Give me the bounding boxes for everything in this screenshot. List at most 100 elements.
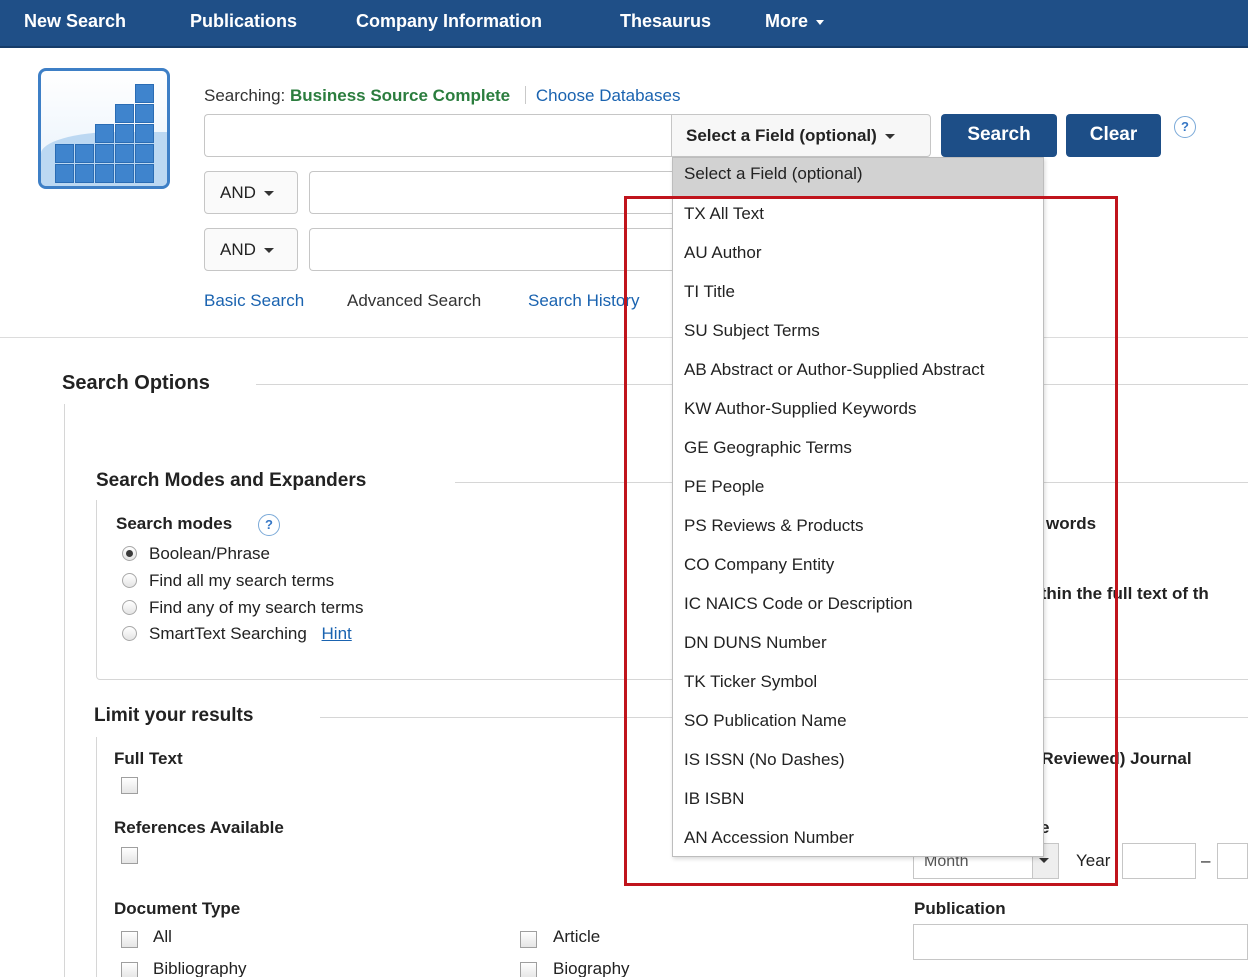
radio-icon[interactable] xyxy=(122,600,137,615)
limit-results-heading: Limit your results xyxy=(94,705,254,726)
search-input-3[interactable] xyxy=(309,228,673,271)
advanced-search-link[interactable]: Advanced Search xyxy=(347,291,481,311)
dropdown-option-ge[interactable]: GE Geographic Terms xyxy=(673,432,1043,470)
mode-boolean-phrase[interactable]: Boolean/Phrase xyxy=(122,544,270,564)
field-dropdown-menu: Select a Field (optional) TX All Text AU… xyxy=(672,157,1044,857)
peer-reviewed-label-partial: r Reviewed) Journal xyxy=(1030,749,1192,768)
logo-block xyxy=(95,144,114,163)
doc-type-bibliography-checkbox[interactable] xyxy=(121,962,138,977)
search-modes-label: Search modes xyxy=(116,514,233,533)
dropdown-option-kw[interactable]: KW Author-Supplied Keywords xyxy=(673,393,1043,431)
full-text-checkbox[interactable] xyxy=(121,777,138,794)
dropdown-option-ic[interactable]: IC NAICS Code or Description xyxy=(673,588,1043,626)
logo-block xyxy=(135,124,154,143)
search-input-2[interactable] xyxy=(309,171,673,214)
search-button[interactable]: Search xyxy=(941,114,1057,157)
document-type-label: Document Type xyxy=(114,899,241,918)
dropdown-option-ps[interactable]: PS Reviews & Products xyxy=(673,510,1043,548)
year-input[interactable] xyxy=(1122,843,1196,879)
mode-label: Find any of my search terms xyxy=(149,598,364,617)
basic-search-link[interactable]: Basic Search xyxy=(204,291,304,311)
dropdown-option-ti[interactable]: TI Title xyxy=(673,276,1043,314)
radio-icon[interactable] xyxy=(122,573,137,588)
logo-block xyxy=(135,164,154,183)
mode-label: Boolean/Phrase xyxy=(149,544,270,563)
expander-fulltext-partial: ithin the full text of th xyxy=(1036,584,1209,603)
dropdown-option-selected[interactable]: Select a Field (optional) xyxy=(673,158,1043,196)
logo-block xyxy=(115,164,134,183)
logo-block xyxy=(115,144,134,163)
mode-find-all[interactable]: Find all my search terms xyxy=(122,571,334,591)
nav-new-search[interactable]: New Search xyxy=(24,11,126,32)
doc-type-article-checkbox[interactable] xyxy=(520,931,537,948)
radio-selected-icon[interactable] xyxy=(122,546,137,561)
nav-more[interactable]: More xyxy=(765,11,825,32)
references-available-label: References Available xyxy=(114,818,284,837)
help-icon[interactable]: ? xyxy=(258,514,280,536)
mode-find-any[interactable]: Find any of my search terms xyxy=(122,598,363,618)
doc-type-all-checkbox[interactable] xyxy=(121,931,138,948)
field-select-1[interactable]: Select a Field (optional) xyxy=(671,114,931,157)
doc-type-biography-checkbox[interactable] xyxy=(520,962,537,977)
logo-block xyxy=(55,144,74,163)
logo-block xyxy=(135,84,154,103)
date-range-dash: – xyxy=(1201,851,1211,870)
boolean-operator-select-3[interactable]: AND xyxy=(204,228,298,271)
logo-block xyxy=(55,164,74,183)
database-logo-icon xyxy=(38,68,170,189)
nav-company-information[interactable]: Company Information xyxy=(356,11,542,32)
dropdown-option-su[interactable]: SU Subject Terms xyxy=(673,315,1043,353)
top-nav-bar: New Search Publications Company Informat… xyxy=(0,0,1248,48)
references-available-checkbox[interactable] xyxy=(121,847,138,864)
mode-label: Find all my search terms xyxy=(149,571,335,590)
mode-label: SmartText Searching xyxy=(149,624,307,643)
nav-thesaurus[interactable]: Thesaurus xyxy=(620,11,711,32)
expander-label-partial: words xyxy=(1046,514,1097,533)
dropdown-option-dn[interactable]: DN DUNS Number xyxy=(673,627,1043,665)
clear-button[interactable]: Clear xyxy=(1066,114,1161,157)
search-history-link[interactable]: Search History xyxy=(528,291,639,311)
publication-input[interactable] xyxy=(913,924,1248,960)
dropdown-option-au[interactable]: AU Author xyxy=(673,237,1043,275)
chevron-down-icon xyxy=(263,191,274,197)
nav-publications[interactable]: Publications xyxy=(190,11,297,32)
nav-more-label: More xyxy=(765,11,809,31)
dropdown-option-an[interactable]: AN Accession Number xyxy=(673,822,1043,860)
dropdown-option-ab[interactable]: AB Abstract or Author-Supplied Abstract xyxy=(673,354,1043,392)
publication-label: Publication xyxy=(914,899,1006,918)
logo-block xyxy=(95,124,114,143)
dropdown-option-ib[interactable]: IB ISBN xyxy=(673,783,1043,821)
doc-type-all-label: All xyxy=(153,927,172,946)
logo-block xyxy=(135,144,154,163)
chevron-down-icon xyxy=(263,248,274,254)
logo-block xyxy=(115,124,134,143)
chevron-down-icon xyxy=(884,134,895,140)
radio-icon[interactable] xyxy=(122,626,137,641)
year-label: Year xyxy=(1076,851,1111,870)
dropdown-option-so[interactable]: SO Publication Name xyxy=(673,705,1043,743)
dropdown-option-pe[interactable]: PE People xyxy=(673,471,1043,509)
hint-link[interactable]: Hint xyxy=(322,624,352,643)
logo-block xyxy=(135,104,154,123)
logo-block xyxy=(75,144,94,163)
dropdown-option-is[interactable]: IS ISSN (No Dashes) xyxy=(673,744,1043,782)
choose-databases-link[interactable]: Choose Databases xyxy=(536,86,681,105)
dropdown-option-tx[interactable]: TX All Text xyxy=(673,198,1043,236)
doc-type-article-label: Article xyxy=(553,927,601,946)
search-input-1[interactable] xyxy=(204,114,672,157)
end-month-select[interactable] xyxy=(1217,843,1248,879)
logo-block xyxy=(75,164,94,183)
search-modes-heading: Search Modes and Expanders xyxy=(96,470,367,491)
dropdown-option-co[interactable]: CO Company Entity xyxy=(673,549,1043,587)
help-icon[interactable]: ? xyxy=(1174,116,1196,138)
full-text-label: Full Text xyxy=(114,749,183,768)
mode-smarttext[interactable]: SmartText Searching Hint xyxy=(122,624,352,644)
dropdown-option-tk[interactable]: TK Ticker Symbol xyxy=(673,666,1043,704)
boolean-operator-label: AND xyxy=(220,240,256,259)
field-select-label: Select a Field (optional) xyxy=(686,126,877,145)
section-left-border xyxy=(64,404,65,977)
boolean-operator-select-2[interactable]: AND xyxy=(204,171,298,214)
divider xyxy=(524,86,526,104)
boolean-operator-label: AND xyxy=(220,183,256,202)
section-left-border xyxy=(96,737,97,977)
